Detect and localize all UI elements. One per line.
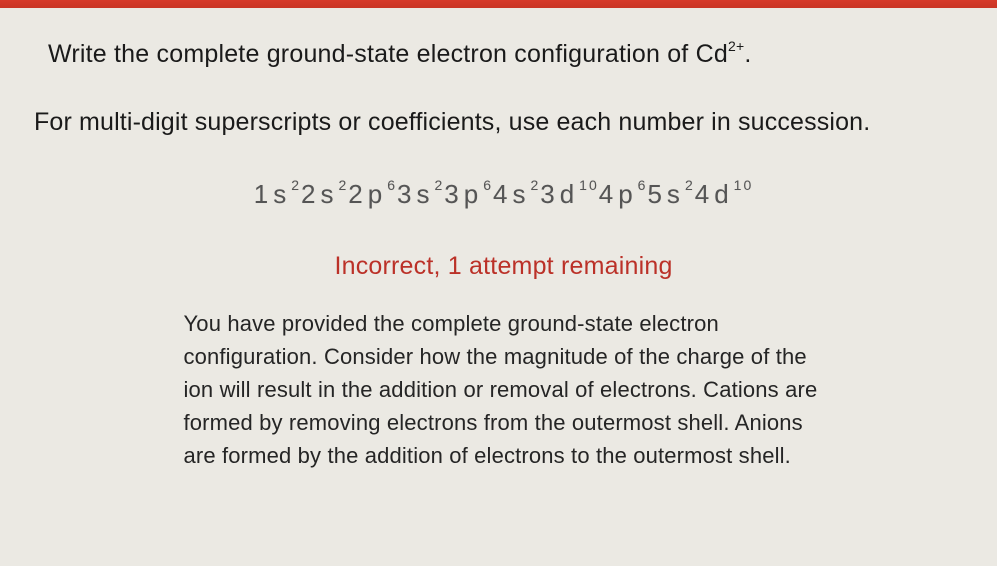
orbital-base: 4p bbox=[599, 179, 638, 209]
orbital-base: 3d bbox=[540, 179, 579, 209]
orbital-superscript: 2 bbox=[530, 177, 540, 193]
question-content: Write the complete ground-state electron… bbox=[0, 8, 997, 492]
orbital-superscript: 2 bbox=[291, 177, 301, 193]
question-prompt: Write the complete ground-state electron… bbox=[48, 36, 959, 72]
orbital-base: 5s bbox=[647, 179, 684, 209]
question-charge-superscript: 2+ bbox=[728, 38, 744, 54]
orbital-superscript: 2 bbox=[685, 177, 695, 193]
orbital-superscript: 10 bbox=[579, 177, 599, 193]
orbital-base: 1s bbox=[254, 179, 291, 209]
orbital-base: 2p bbox=[348, 179, 387, 209]
orbital-base: 3s bbox=[397, 179, 434, 209]
question-text-suffix: . bbox=[744, 40, 751, 68]
top-accent-bar bbox=[0, 0, 997, 8]
orbital-base: 4s bbox=[493, 179, 530, 209]
feedback-text: You have provided the complete ground-st… bbox=[184, 307, 824, 472]
orbital-superscript: 2 bbox=[338, 177, 348, 193]
answer-input[interactable]: 1s22s22p63s23p64s23d104p65s24d10 bbox=[244, 173, 763, 216]
orbital-base: 3p bbox=[444, 179, 483, 209]
orbital-base: 4d bbox=[695, 179, 734, 209]
feedback-status: Incorrect, 1 attempt remaining bbox=[48, 252, 959, 281]
orbital-superscript: 2 bbox=[434, 177, 444, 193]
orbital-superscript: 6 bbox=[483, 177, 493, 193]
orbital-superscript: 10 bbox=[734, 177, 754, 193]
answer-area: 1s22s22p63s23p64s23d104p65s24d10 bbox=[48, 173, 959, 216]
orbital-superscript: 6 bbox=[638, 177, 648, 193]
orbital-superscript: 6 bbox=[387, 177, 397, 193]
feedback-wrap: You have provided the complete ground-st… bbox=[48, 307, 959, 472]
input-instruction: For multi-digit superscripts or coeffici… bbox=[34, 104, 959, 140]
orbital-base: 2s bbox=[301, 179, 338, 209]
question-text-prefix: Write the complete ground-state electron… bbox=[48, 40, 728, 68]
